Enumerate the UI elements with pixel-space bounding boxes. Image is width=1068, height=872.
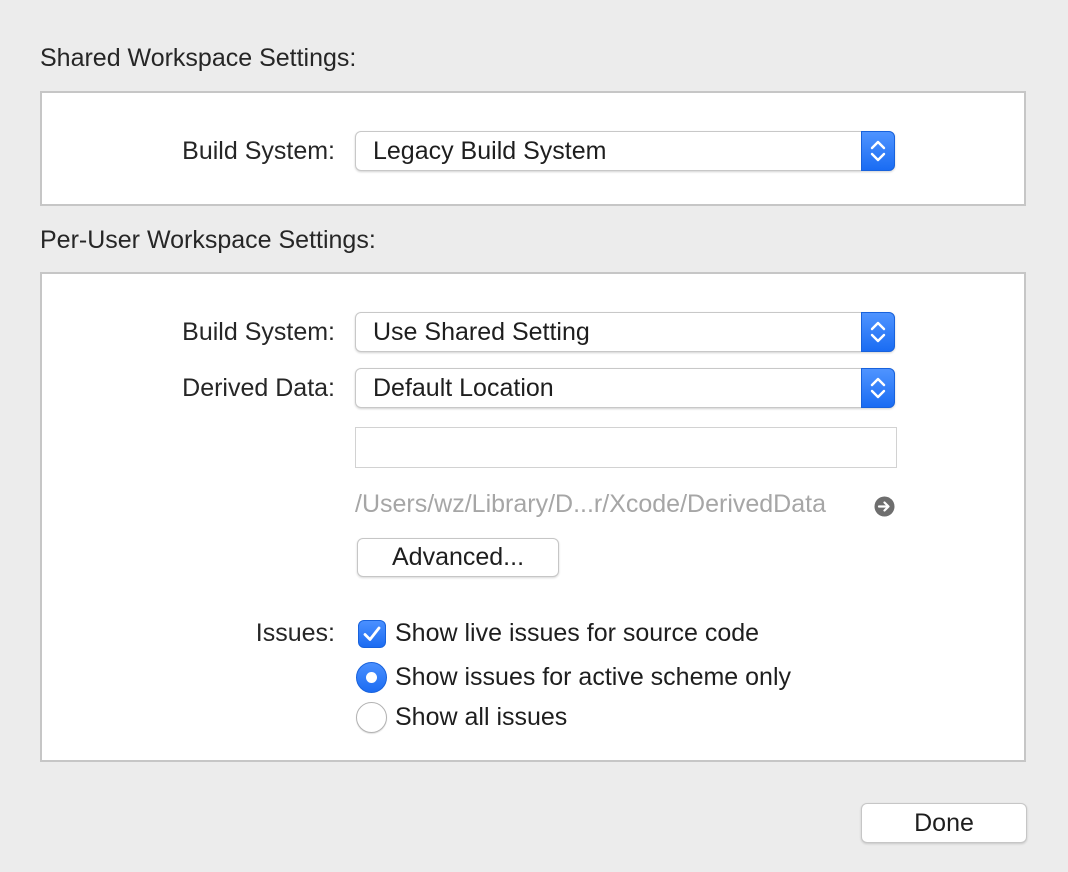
derived-data-path: /Users/wz/Library/D...r/Xcode/DerivedDat… (355, 490, 826, 518)
chevron-up-down-icon (861, 312, 895, 352)
chevron-up-down-icon (861, 368, 895, 408)
active-scheme-radio[interactable] (356, 662, 387, 693)
chevron-up-down-icon (861, 131, 895, 171)
issues-label: Issues: (255, 619, 335, 647)
shared-build-system-popup[interactable]: Legacy Build System (355, 131, 895, 171)
shared-build-system-value: Legacy Build System (373, 137, 607, 165)
live-issues-label[interactable]: Show live issues for source code (395, 619, 759, 648)
reveal-in-finder-arrow-icon[interactable] (874, 496, 895, 517)
per-user-build-system-popup[interactable]: Use Shared Setting (355, 312, 895, 352)
per-user-build-system-label: Build System: (182, 318, 335, 346)
per-user-settings-title: Per-User Workspace Settings: (40, 226, 376, 254)
active-scheme-label[interactable]: Show issues for active scheme only (395, 663, 791, 692)
done-button[interactable]: Done (861, 803, 1027, 843)
derived-data-label: Derived Data: (182, 374, 335, 402)
derived-data-popup[interactable]: Default Location (355, 368, 895, 408)
shared-build-system-label: Build System: (182, 137, 335, 165)
advanced-button[interactable]: Advanced... (357, 538, 559, 577)
all-issues-radio[interactable] (356, 702, 387, 733)
all-issues-label[interactable]: Show all issues (395, 703, 567, 732)
per-user-build-system-value: Use Shared Setting (373, 318, 590, 346)
shared-settings-title: Shared Workspace Settings: (40, 44, 357, 72)
derived-data-value: Default Location (373, 374, 554, 402)
checkmark-icon (363, 626, 381, 641)
custom-derived-data-path-field[interactable] (355, 427, 897, 468)
live-issues-checkbox[interactable] (358, 620, 386, 648)
